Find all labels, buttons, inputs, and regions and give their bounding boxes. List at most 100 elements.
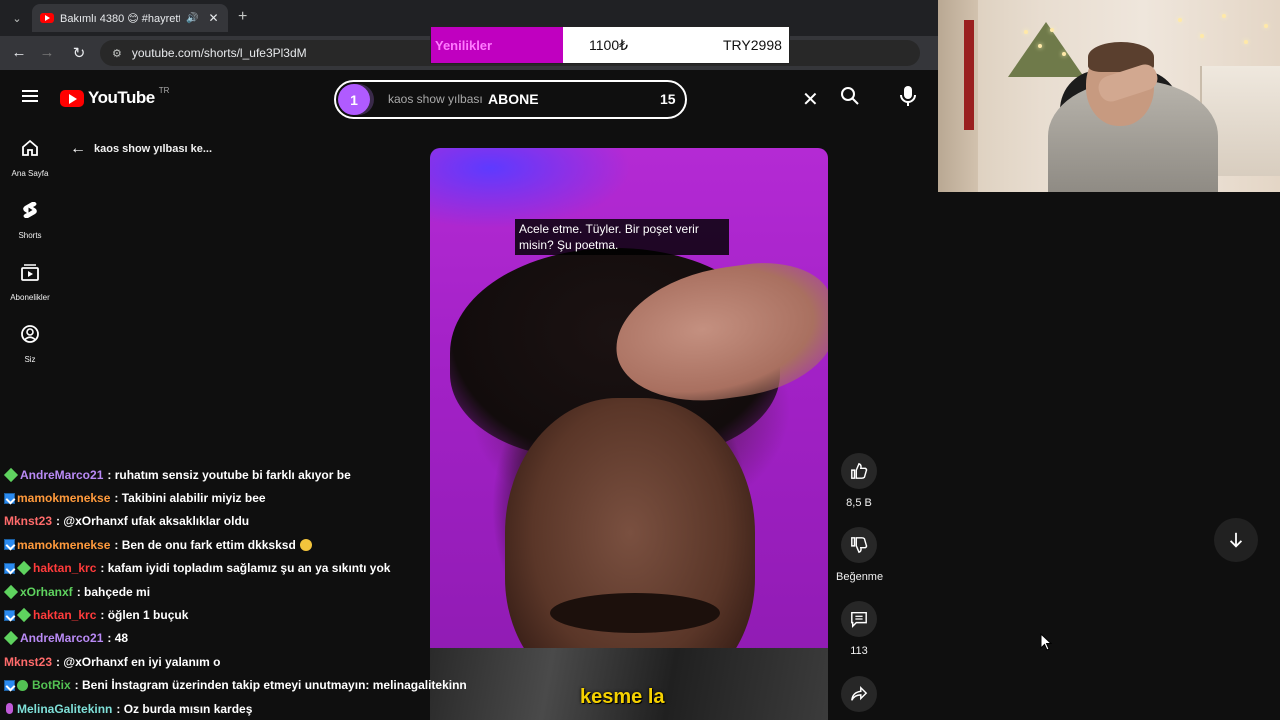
url-text: youtube.com/shorts/l_ufe3Pl3dM [131, 46, 307, 60]
youtube-logo[interactable]: YouTube TR [60, 85, 170, 108]
search-icon[interactable] [840, 86, 860, 111]
chat-message-text: : Oz burda mısın kardeş [116, 701, 253, 716]
subscriber-goal-overlay: 1 kaos show yılbası ABONE 15 [334, 80, 687, 119]
arrow-down-icon [1229, 532, 1243, 548]
burned-in-subtitle: kesme la [580, 686, 665, 708]
gem-badge-icon [3, 467, 19, 482]
streamer-webcam [938, 0, 1280, 192]
fairy-light [1222, 14, 1226, 18]
chat-message: Mknst23 : @xOrhanxf en iyi yalanım o [0, 650, 500, 673]
chat-message: Mknst23: @xOrhanxf ufak aksaklıklar oldu [0, 510, 500, 533]
thumbs-up-icon [841, 453, 877, 489]
sidebar-item-shorts[interactable]: Shorts [0, 200, 60, 240]
microphone-icon[interactable] [898, 85, 918, 112]
overlay-value-amount: 1100₺ [589, 36, 629, 53]
chat-username[interactable]: xOrhanxf [20, 585, 73, 599]
chat-username[interactable]: AndreMarco21 [20, 631, 103, 645]
moderator-badge-icon [4, 679, 15, 691]
moderator-badge-icon [4, 492, 15, 504]
back-icon[interactable]: ← [10, 44, 28, 61]
stream-donation-overlay: Yenilikler 1100₺ TRY2998 [430, 26, 790, 64]
comment-count: 113 [850, 645, 868, 657]
video-scene-mustache [550, 593, 720, 633]
subscriptions-icon [21, 264, 39, 281]
reload-icon[interactable]: ↻ [70, 44, 88, 62]
chat-username[interactable]: AndreMarco21 [20, 468, 103, 482]
dislike-button[interactable]: Beğenme [836, 527, 884, 583]
chat-username[interactable]: mamokmenekse [17, 538, 110, 552]
fairy-light [1264, 24, 1268, 28]
shorts-query-title: kaos show yılbası ke... [94, 143, 212, 155]
speaker-icon[interactable]: 🔊 [186, 13, 198, 24]
verified-badge-icon [17, 679, 28, 691]
share-icon [841, 676, 877, 712]
next-short-button[interactable] [1214, 518, 1258, 562]
search-text-overlay: kaos show yılbası [388, 92, 483, 106]
fairy-light [1050, 28, 1054, 32]
youtube-favicon-icon [40, 13, 54, 23]
forward-icon[interactable]: → [38, 44, 56, 61]
chat-message-text: : Beni İnstagram üzerinden takip etmeyi … [74, 678, 467, 693]
like-button[interactable]: 8,5 B [836, 453, 882, 509]
webcam-curtain [964, 20, 974, 130]
goal-label: ABONE [488, 91, 539, 107]
chat-username[interactable]: BotRix [32, 678, 71, 692]
chat-message: mamokmenekse : Takibini alabilir miyiz be… [0, 486, 500, 509]
chat-username[interactable]: mamokmenekse [17, 491, 110, 505]
browser-tab[interactable]: Bakımlı 4380 😊 #hayrettin 🔊 ✕ [32, 4, 228, 32]
arrow-left-icon[interactable]: ← [70, 140, 86, 158]
dislike-label: Beğenme [836, 571, 884, 583]
chat-username[interactable]: Mknst23 [4, 514, 52, 528]
chat-message-text: : kafam iyidi topladım sağlamız şu an ya… [100, 561, 391, 576]
back-navigation[interactable]: ← kaos show yılbası ke... [70, 140, 212, 158]
moderator-badge-icon [4, 539, 15, 551]
fairy-light [1024, 30, 1028, 34]
chat-message: mamokmenekse : Ben de onu fark ettim dkks… [0, 533, 500, 556]
fairy-light [1200, 34, 1204, 38]
new-tab-icon[interactable]: + [238, 8, 247, 26]
share-button[interactable] [836, 676, 882, 712]
fairy-light [1038, 44, 1042, 48]
overlay-value-total: TRY2998 [723, 37, 782, 53]
home-icon [22, 139, 38, 156]
sidebar-label-you: Siz [24, 355, 36, 364]
tab-search-icon[interactable]: ⌄ [8, 9, 26, 27]
sidebar-item-home[interactable]: Ana Sayfa [0, 138, 60, 178]
sidebar-item-subscriptions[interactable]: Abonelikler [0, 262, 60, 302]
tab-title: Bakımlı 4380 😊 #hayrettin [60, 12, 180, 25]
screen: ⌄ Bakımlı 4380 😊 #hayrettin 🔊 ✕ + ← → ↻ … [0, 0, 1280, 720]
comment-icon [841, 601, 877, 637]
caption-box: Acele etme. Tüyler. Bir poşet verir misi… [515, 219, 729, 255]
moderator-badge-icon [4, 562, 15, 574]
gem-badge-icon [3, 631, 19, 646]
sidebar-label-shorts: Shorts [18, 231, 42, 240]
goal-count: 15 [660, 91, 676, 107]
chat-message-text: : ruhatım sensiz youtube bi farklı akıyo… [107, 467, 351, 482]
youtube-logo-icon [60, 89, 84, 107]
chat-message-text: : Takibini alabilir miyiz bee [114, 491, 266, 506]
chat-username[interactable]: haktan_krc [33, 561, 96, 575]
chat-message-text: : Ben de onu fark ettim dkksksd [114, 537, 296, 552]
sidebar-label-subscriptions: Abonelikler [10, 293, 50, 302]
chat-username[interactable]: MelinaGalitekinn [17, 702, 112, 716]
chat-message-text: : @xOrhanxf en iyi yalanım o [56, 654, 221, 669]
menu-icon[interactable] [22, 90, 38, 102]
comments-button[interactable]: 113 [836, 601, 882, 657]
site-info-icon[interactable]: ⚙ [112, 47, 122, 60]
chat-username[interactable]: haktan_krc [33, 608, 96, 622]
sidebar-item-you[interactable]: Siz [0, 324, 60, 364]
sidebar-label-home: Ana Sayfa [11, 169, 49, 178]
chat-message: xOrhanxf: bahçede mi [0, 580, 500, 603]
chat-message: haktan_krc : kafam iyidi topladım sağlamı… [0, 557, 500, 580]
chat-username[interactable]: Mknst23 [4, 655, 52, 669]
clear-search-icon[interactable]: ✕ [802, 87, 819, 112]
goal-number: 1 [338, 84, 370, 115]
logo-text: YouTube [88, 88, 155, 107]
close-tab-icon[interactable]: ✕ [208, 11, 218, 25]
chat-message: BotRix: Beni İnstagram üzerinden takip e… [0, 674, 500, 697]
chat-message: haktan_krc: öğlen 1 buçuk [0, 603, 500, 626]
thumbs-down-icon [841, 527, 877, 563]
gem-badge-icon [3, 584, 19, 599]
like-count: 8,5 B [846, 497, 872, 509]
region-code: TR [158, 85, 170, 95]
